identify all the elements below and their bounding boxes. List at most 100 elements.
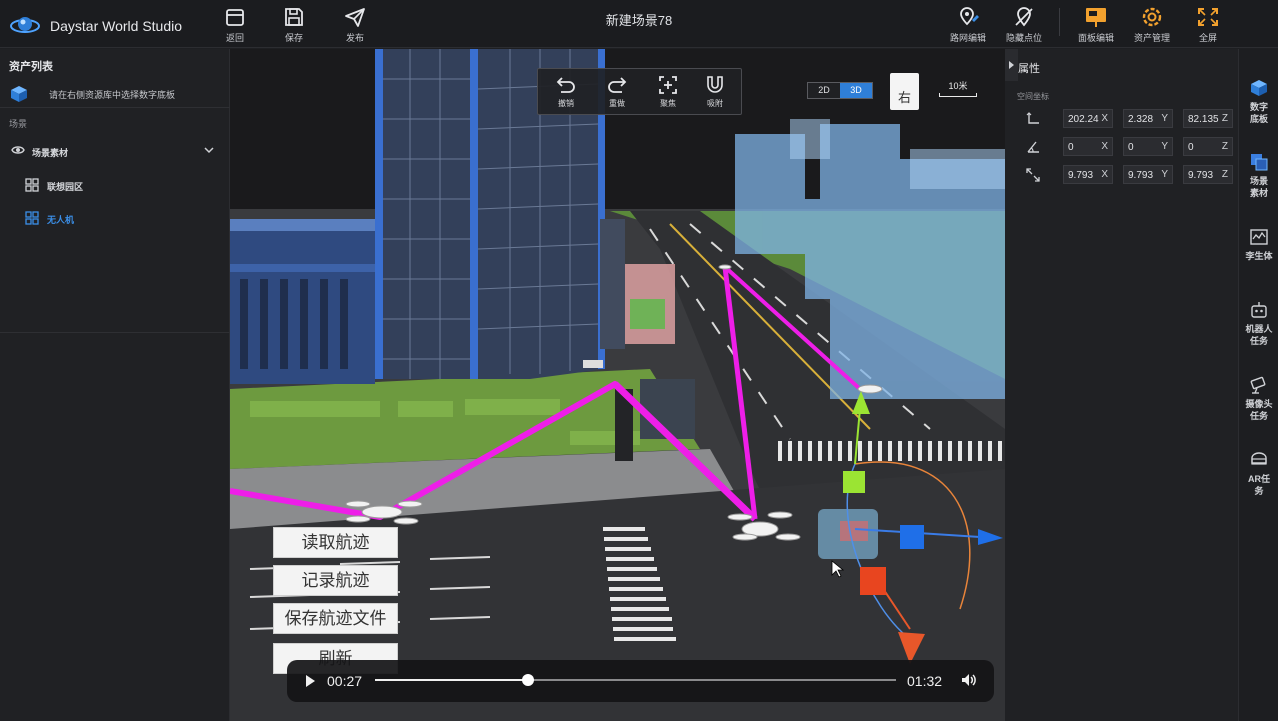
undo-button[interactable]: 撤销 (543, 73, 589, 113)
scale-z-input[interactable] (1188, 168, 1224, 182)
twin-icon (1250, 229, 1268, 245)
magnet-button[interactable]: 吸附 (692, 73, 738, 113)
collapse-panel-button[interactable] (1005, 49, 1018, 81)
position-x-input[interactable] (1068, 112, 1104, 126)
back-icon (226, 9, 244, 26)
camera-task-icon (1250, 376, 1266, 394)
digital-base-tab[interactable]: 数字底板 (1239, 78, 1278, 125)
focus-label: 聚焦 (660, 99, 676, 108)
resource-sidebar: 数字底板 场景素材 李生体 机器人任务 摄像头任务 AR任务 (1238, 49, 1278, 721)
record-track-button[interactable]: 记录航迹 (273, 565, 398, 596)
axis-z-label: Z (1221, 113, 1228, 124)
grid-icon (25, 211, 39, 225)
fullscreen-icon (1198, 8, 1218, 26)
properties-title: 属性 (1018, 63, 1040, 75)
2d-option[interactable]: 2D (808, 83, 840, 98)
divider (0, 332, 230, 333)
position-z-input[interactable] (1188, 112, 1224, 126)
scene-assets-tab[interactable]: 场景素材 (1239, 152, 1278, 199)
back-button[interactable]: 返回 (211, 4, 259, 46)
robot-task-tab[interactable]: 机器人任务 (1239, 300, 1278, 347)
position-x-field[interactable]: X (1063, 109, 1113, 128)
scale-y-field[interactable]: Y (1123, 165, 1173, 184)
scale-x-input[interactable] (1068, 168, 1104, 182)
axis-y-label: Y (1161, 169, 1168, 180)
app-window: Daystar World Studio 返回 保存 发布 新建场景78 路网编… (0, 0, 1278, 721)
route-edit-button[interactable]: 路网编辑 (944, 4, 992, 46)
spatial-coords-label: 空间坐标 (1017, 92, 1049, 101)
seek-handle[interactable] (521, 674, 534, 686)
axis-z-label: Z (1221, 169, 1228, 180)
scale-x-field[interactable]: X (1063, 165, 1113, 184)
digital-base-hint-text: 请在右侧资源库中选择数字底板 (49, 90, 176, 100)
magnet-icon (707, 76, 723, 93)
axis-y-label: Y (1161, 141, 1168, 152)
focus-icon (659, 76, 677, 94)
rotation-x-input[interactable] (1068, 140, 1104, 154)
rotation-y-input[interactable] (1128, 140, 1164, 154)
dimension-toggle: 2D 3D (807, 82, 873, 99)
camera-task-label: 摄像头任务 (1245, 399, 1273, 421)
position-row: X Y Z (1005, 109, 1238, 129)
play-icon[interactable] (304, 674, 316, 688)
3d-option[interactable]: 3D (840, 83, 872, 98)
cube-icon (11, 86, 27, 102)
focus-button[interactable]: 聚焦 (645, 73, 691, 113)
rotation-z-input[interactable] (1188, 140, 1224, 154)
redo-icon (608, 77, 627, 93)
ar-task-icon (1251, 452, 1267, 465)
position-y-field[interactable]: Y (1123, 109, 1173, 128)
tree-item-scene-assets[interactable]: 场景素材 (0, 140, 230, 162)
view-cube[interactable]: 右 (890, 73, 919, 110)
scene-section-label: 场景 (9, 119, 28, 129)
digital-base-hint[interactable]: 请在右侧资源库中选择数字底板 (10, 84, 220, 104)
read-track-button[interactable]: 读取航迹 (273, 527, 398, 558)
twin-tab[interactable]: 李生体 (1239, 227, 1278, 262)
asset-manage-button[interactable]: 资产管理 (1128, 4, 1176, 46)
save-label: 保存 (284, 33, 303, 43)
scene-assets-label: 场景素材 (1249, 176, 1268, 198)
tree-item-label: 无人机 (47, 215, 75, 225)
position-y-input[interactable] (1128, 112, 1164, 126)
back-label: 返回 (225, 33, 244, 43)
rotation-z-field[interactable]: Z (1183, 137, 1233, 156)
redo-button[interactable]: 重做 (594, 73, 640, 113)
scene-assets-icon (1251, 154, 1268, 171)
3d-viewport[interactable]: 撤销 重做 聚焦 吸附 2D 3D 右 10米 读取航迹 记录航迹 保存航迹文件… (230, 49, 1005, 721)
scale-bar: 10米 (939, 79, 977, 97)
fullscreen-label: 全屏 (1198, 33, 1217, 43)
asset-list-heading: 资产列表 (9, 61, 53, 73)
logo-icon (10, 17, 40, 33)
panel-edit-button[interactable]: 面板编辑 (1072, 4, 1120, 46)
save-track-file-button[interactable]: 保存航迹文件 (273, 603, 398, 634)
chevron-down-icon[interactable] (204, 146, 214, 154)
rotation-y-field[interactable]: Y (1123, 137, 1173, 156)
scale-z-field[interactable]: Z (1183, 165, 1233, 184)
tree-item-drone[interactable]: 无人机 (0, 207, 230, 229)
publish-button[interactable]: 发布 (331, 4, 379, 46)
rotation-icon (1027, 141, 1039, 153)
tree-item-lenovo-park[interactable]: 联想园区 (0, 174, 230, 196)
axis-y-label: Y (1161, 113, 1168, 124)
asset-manage-label: 资产管理 (1133, 33, 1170, 43)
top-bar: Daystar World Studio 返回 保存 发布 新建场景78 路网编… (0, 0, 1278, 48)
fullscreen-button[interactable]: 全屏 (1184, 4, 1232, 46)
seek-progress (375, 679, 528, 681)
scale-icon (1026, 168, 1040, 182)
seek-bar[interactable] (375, 674, 896, 686)
scale-y-input[interactable] (1128, 168, 1164, 182)
axis-x-label: X (1101, 169, 1108, 180)
save-button[interactable]: 保存 (270, 4, 318, 46)
rotation-x-field[interactable]: X (1063, 137, 1113, 156)
robot-task-icon (1251, 302, 1267, 318)
magnet-label: 吸附 (707, 99, 723, 108)
camera-task-tab[interactable]: 摄像头任务 (1239, 375, 1278, 422)
ar-task-tab[interactable]: AR任务 (1239, 450, 1278, 497)
route-edit-label: 路网编辑 (949, 33, 986, 43)
hide-points-button[interactable]: 隐藏点位 (1000, 4, 1048, 46)
robot-task-label: 机器人任务 (1245, 324, 1273, 346)
position-z-field[interactable]: Z (1183, 109, 1233, 128)
hide-points-label: 隐藏点位 (1005, 33, 1042, 43)
volume-icon[interactable] (961, 673, 977, 687)
scale-bar-line (939, 93, 977, 97)
